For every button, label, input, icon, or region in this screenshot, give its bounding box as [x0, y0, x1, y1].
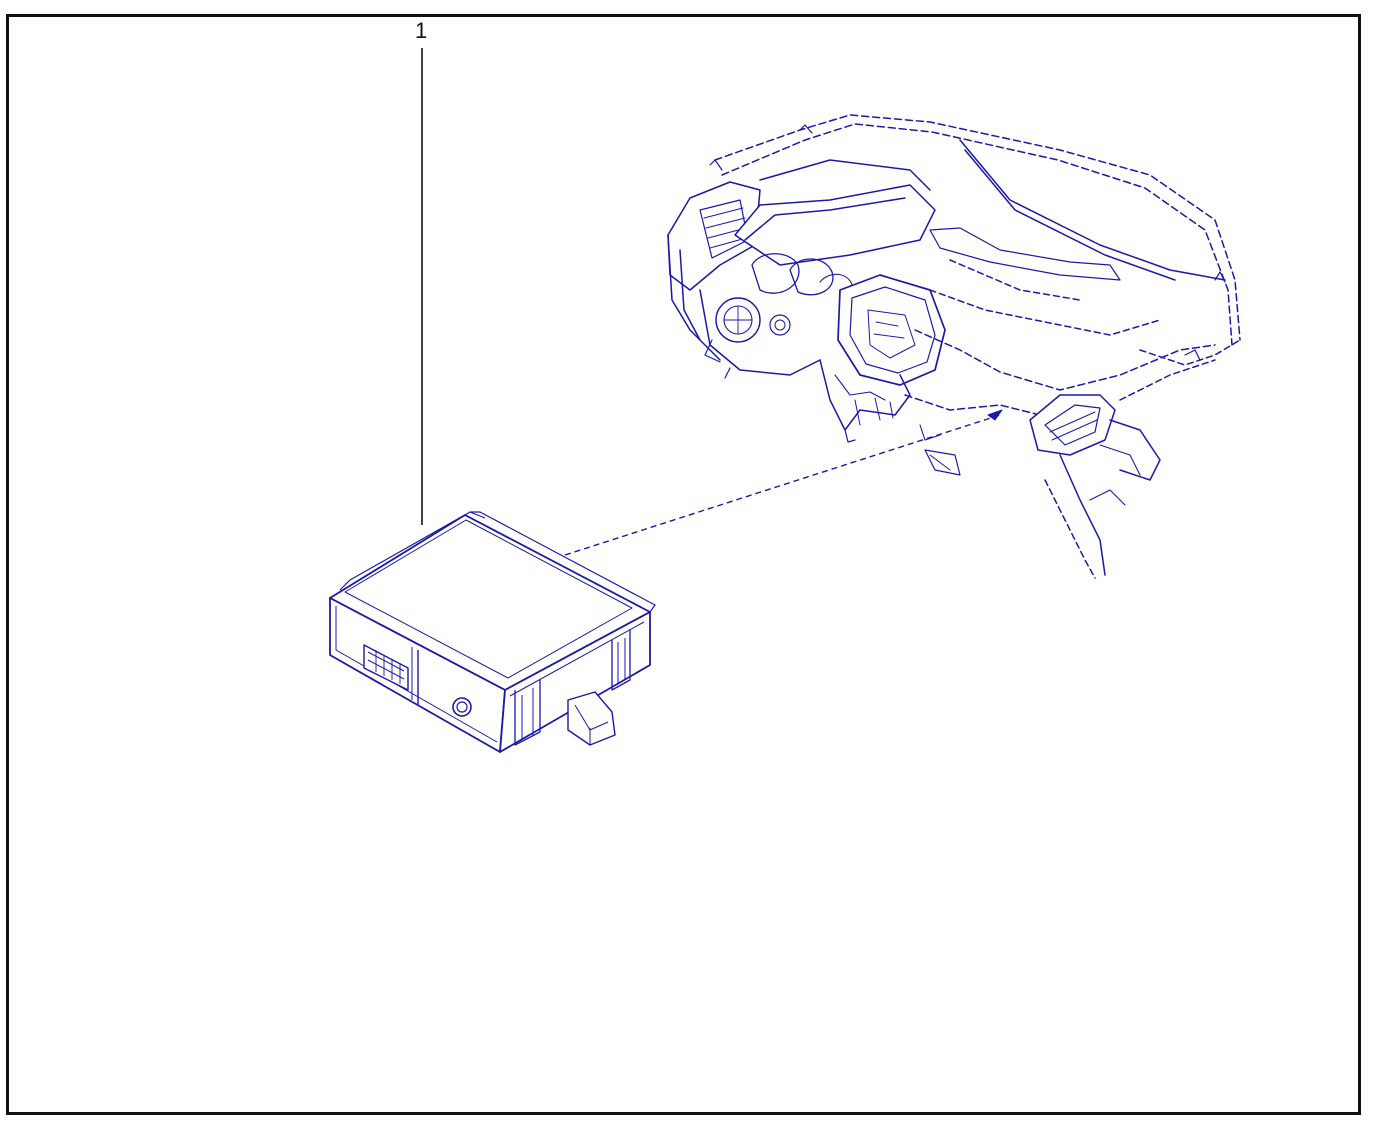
dashboard-assembly: [667, 114, 1241, 579]
exploded-view-illustration: [329, 48, 1241, 753]
install-location-dashed-line: [564, 414, 1001, 556]
control-unit-module: [329, 511, 656, 753]
